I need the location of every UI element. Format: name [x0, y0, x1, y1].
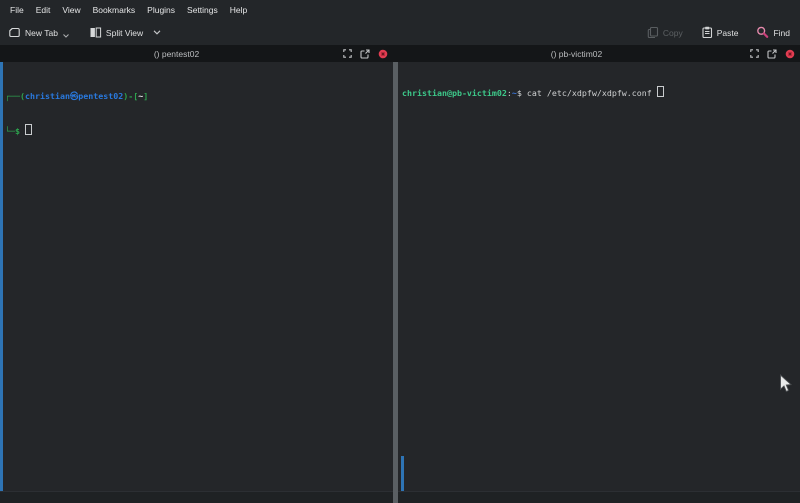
- pane-title-left[interactable]: () pentest02: [154, 49, 239, 59]
- detach-view-icon[interactable]: [360, 49, 370, 59]
- maximize-view-icon[interactable]: [343, 49, 352, 58]
- prompt-frame: ┌──(: [5, 91, 25, 101]
- prompt-line-2: └─$: [5, 124, 393, 137]
- menu-item-plugins[interactable]: Plugins: [141, 4, 181, 16]
- find-magnifier-icon: [756, 26, 769, 39]
- close-view-icon[interactable]: [785, 49, 795, 59]
- scrollbar-right-pane[interactable]: [401, 456, 404, 491]
- maximize-view-icon[interactable]: [750, 49, 759, 58]
- toolbar: New Tab Split View Copy: [0, 20, 800, 45]
- prompt-frame: ]: [143, 91, 148, 101]
- terminal-cursor-left: [25, 124, 32, 135]
- paste-icon: [701, 26, 713, 39]
- split-view-area: ┌──(christian㉿pentest02)-[~] └─$ christi…: [0, 62, 800, 503]
- terminal-output-left: ┌──(christian㉿pentest02)-[~] └─$: [0, 62, 393, 159]
- find-button[interactable]: Find: [756, 26, 790, 39]
- split-view-label: Split View: [106, 28, 143, 38]
- find-label: Find: [773, 28, 790, 38]
- new-tab-label: New Tab: [25, 28, 58, 38]
- split-view-icon: [89, 26, 102, 39]
- new-tab-caret-down-icon: [63, 34, 69, 38]
- tab-new-icon: [8, 26, 21, 39]
- paste-button[interactable]: Paste: [701, 26, 739, 39]
- pane-header-bar: () pentest02 () pb-victim02: [0, 45, 800, 62]
- chevron-down-icon: [153, 30, 161, 35]
- new-tab-button[interactable]: New Tab: [8, 26, 69, 39]
- prompt-line-1: ┌──(christian㉿pentest02)-[~]: [5, 91, 393, 102]
- menu-item-edit[interactable]: Edit: [30, 4, 57, 16]
- menubar: File Edit View Bookmarks Plugins Setting…: [0, 0, 800, 20]
- close-view-icon[interactable]: [378, 49, 388, 59]
- copy-icon: [647, 26, 659, 39]
- paste-label: Paste: [717, 28, 739, 38]
- mouse-cursor: [779, 374, 793, 394]
- pane-header-pentest02[interactable]: () pentest02: [0, 45, 393, 62]
- menu-item-help[interactable]: Help: [224, 4, 253, 16]
- pane-splitter-handle[interactable]: [393, 62, 398, 503]
- split-view-button[interactable]: Split View: [89, 26, 161, 39]
- menu-item-settings[interactable]: Settings: [181, 4, 224, 16]
- prompt-dollar: └─$: [5, 126, 25, 136]
- pane-header-controls-left: [343, 45, 388, 62]
- pane-header-controls-right: [750, 45, 795, 62]
- prompt-user-host: christian@pb-victim02: [402, 88, 507, 98]
- prompt-line: christian@pb-victim02:~$ cat /etc/xdpfw/…: [402, 86, 800, 99]
- terminal-pb-victim02[interactable]: christian@pb-victim02:~$ cat /etc/xdpfw/…: [398, 62, 800, 491]
- menu-item-view[interactable]: View: [56, 4, 86, 16]
- detach-view-icon[interactable]: [767, 49, 777, 59]
- pane-header-pb-victim02[interactable]: () pb-victim02: [393, 45, 800, 62]
- prompt-frame: )-[: [123, 91, 138, 101]
- window-bottom-edge: [0, 491, 800, 503]
- terminal-output-right: christian@pb-victim02:~$ cat /etc/xdpfw/…: [398, 62, 800, 121]
- terminal-pentest02[interactable]: ┌──(christian㉿pentest02)-[~] └─$: [0, 62, 393, 491]
- scrollbar-left-pane[interactable]: [0, 62, 3, 491]
- prompt-user-host: christian㉿pentest02: [25, 91, 123, 101]
- menu-item-file[interactable]: File: [4, 4, 30, 16]
- copy-label: Copy: [663, 28, 683, 38]
- menu-item-bookmarks[interactable]: Bookmarks: [87, 4, 142, 16]
- typed-command: cat /etc/xdpfw/xdpfw.conf: [522, 88, 657, 98]
- konsole-window: File Edit View Bookmarks Plugins Setting…: [0, 0, 800, 503]
- terminal-cursor-right: [657, 86, 664, 97]
- pane-title-right[interactable]: () pb-victim02: [551, 49, 642, 59]
- copy-button[interactable]: Copy: [647, 26, 683, 39]
